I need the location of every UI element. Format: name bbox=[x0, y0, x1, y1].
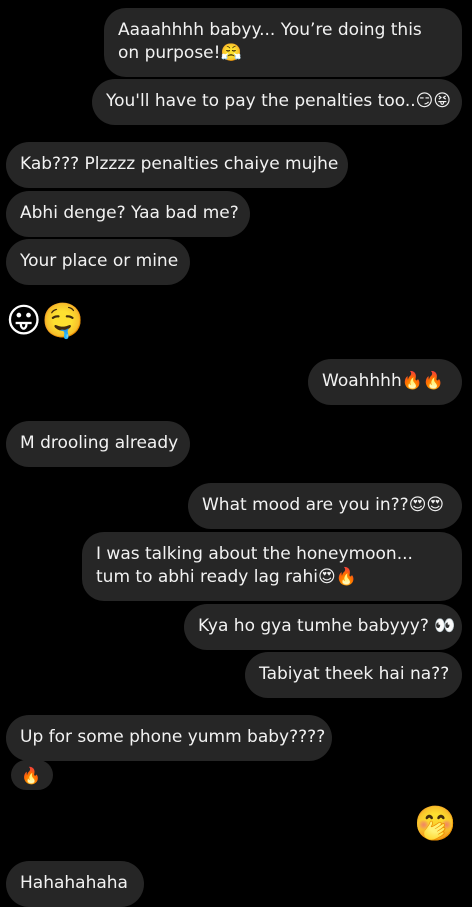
message-text: I was talking about the honeymoon... tum… bbox=[96, 544, 413, 587]
message-received[interactable]: Your place or mine bbox=[6, 239, 190, 285]
message-received[interactable]: Kab??? Plzzzz penalties chaiye mujhe bbox=[6, 142, 348, 188]
message-text: 🤭 bbox=[414, 804, 457, 844]
message-text: 😛🤤 bbox=[6, 301, 84, 341]
message-received-emoji[interactable]: 😛🤤 bbox=[6, 301, 84, 341]
message-text: What mood are you in??😍😍 bbox=[202, 495, 445, 515]
message-text: Tabiyat theek hai na?? bbox=[259, 664, 450, 684]
message-text: Hahahahaha bbox=[20, 873, 128, 893]
message-sent-emoji[interactable]: 🤭 bbox=[414, 804, 456, 844]
message-text: Up for some phone yumm baby???? bbox=[20, 727, 326, 747]
message-text: Kya ho gya tumhe babyyy? 👀 bbox=[198, 616, 456, 636]
message-sent[interactable]: Kya ho gya tumhe babyyy? 👀 bbox=[184, 604, 462, 650]
message-text: You'll have to pay the penalties too..😏😝 bbox=[106, 91, 452, 111]
message-text: 🔥 bbox=[21, 766, 41, 785]
message-text: Kab??? Plzzzz penalties chaiye mujhe bbox=[20, 154, 339, 174]
message-received[interactable]: Abhi denge? Yaa bad me? bbox=[6, 191, 250, 237]
message-sent[interactable]: Woahhhh🔥🔥 bbox=[308, 359, 462, 405]
message-text: Aaaahhhh babyy... You’re doing this on p… bbox=[118, 20, 422, 63]
chat-thread: Aaaahhhh babyy... You’re doing this on p… bbox=[0, 0, 472, 907]
message-text: Woahhhh🔥🔥 bbox=[322, 371, 445, 391]
message-sent[interactable]: Tabiyat theek hai na?? bbox=[245, 652, 462, 698]
message-received[interactable]: 🔥 bbox=[11, 760, 53, 790]
message-sent[interactable]: Aaaahhhh babyy... You’re doing this on p… bbox=[104, 8, 462, 77]
message-text: M drooling already bbox=[20, 433, 179, 453]
message-text: Your place or mine bbox=[20, 251, 179, 271]
message-text: Abhi denge? Yaa bad me? bbox=[20, 203, 239, 223]
message-received[interactable]: M drooling already bbox=[6, 421, 190, 467]
message-sent[interactable]: You'll have to pay the penalties too..😏😝 bbox=[92, 79, 462, 125]
message-received[interactable]: Up for some phone yumm baby???? bbox=[6, 715, 332, 761]
message-sent[interactable]: What mood are you in??😍😍 bbox=[188, 483, 462, 529]
message-sent[interactable]: I was talking about the honeymoon... tum… bbox=[82, 532, 462, 601]
message-received[interactable]: Hahahahaha bbox=[6, 861, 144, 907]
